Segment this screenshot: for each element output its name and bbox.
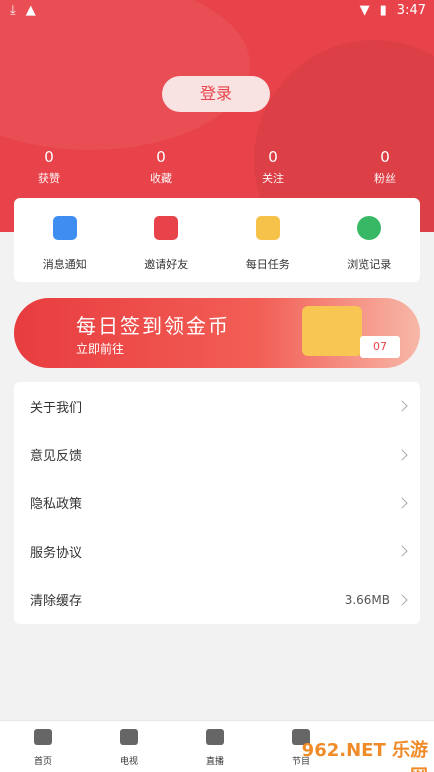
chevron-right-icon xyxy=(396,545,408,558)
wifi-icon: ▼ xyxy=(359,3,370,18)
stat-following[interactable]: 0 关注 xyxy=(238,148,308,186)
user-stats: 0 获赞 0 收藏 0 关注 0 粉丝 xyxy=(14,148,420,186)
menu-item-label: 服务协议 xyxy=(30,545,83,561)
login-button[interactable]: 登录 xyxy=(162,76,270,112)
watermark: 962.NET 乐游网 xyxy=(301,740,428,772)
home-icon xyxy=(34,729,52,745)
treasure-chest-icon xyxy=(302,306,362,356)
live-icon xyxy=(206,729,224,745)
stat-fans[interactable]: 0 粉丝 xyxy=(350,148,420,186)
chevron-right-icon xyxy=(396,400,408,412)
chevron-right-icon xyxy=(396,497,408,509)
stat-value: 0 xyxy=(44,148,54,166)
tab-home[interactable]: 首页 xyxy=(0,721,86,772)
stat-label: 关注 xyxy=(262,172,284,185)
menu-item-about[interactable]: 关于我们 xyxy=(14,382,420,430)
stat-value: 0 xyxy=(380,148,390,166)
red-envelope-icon xyxy=(154,216,179,240)
quick-action-history[interactable]: 浏览记录 xyxy=(319,198,421,282)
menu-item-terms[interactable]: 服务协议 xyxy=(14,527,420,575)
stat-value: 0 xyxy=(156,148,166,166)
menu-item-clear-cache[interactable]: 清除缓存 3.66MB xyxy=(14,576,420,624)
quick-action-label: 每日任务 xyxy=(245,258,290,271)
status-bar: ⤓ ▲ ▼ ▮ 3:47 xyxy=(0,0,434,24)
clock-icon xyxy=(357,216,382,240)
menu-item-privacy[interactable]: 隐私政策 xyxy=(14,479,420,527)
stat-label: 收藏 xyxy=(150,172,172,185)
tab-tv[interactable]: 电视 xyxy=(86,721,172,772)
calendar-icon: 07 xyxy=(360,336,400,358)
menu-item-feedback[interactable]: 意见反馈 xyxy=(14,430,420,478)
stat-label: 获赞 xyxy=(38,172,60,185)
stat-value: 0 xyxy=(268,148,278,166)
quick-action-label: 邀请好友 xyxy=(144,258,189,271)
menu-item-label: 意见反馈 xyxy=(30,449,83,465)
settings-menu: 关于我们 意见反馈 隐私政策 服务协议 清除缓存 3.66MB xyxy=(14,382,420,624)
daily-checkin-banner[interactable]: 每日签到领金币 立即前往 07 xyxy=(14,298,420,368)
task-icon xyxy=(255,216,280,240)
menu-item-label: 隐私政策 xyxy=(30,497,83,513)
quick-action-tasks[interactable]: 每日任务 xyxy=(217,198,319,282)
stat-label: 粉丝 xyxy=(374,172,396,185)
cache-size: 3.66MB xyxy=(344,592,390,607)
menu-item-label: 关于我们 xyxy=(30,400,83,416)
menu-item-label: 清除缓存 xyxy=(30,594,83,610)
tab-label: 直播 xyxy=(205,757,224,767)
battery-icon: ▮ xyxy=(379,3,387,18)
warning-icon: ▲ xyxy=(25,3,36,18)
status-time: 3:47 xyxy=(396,3,426,18)
tab-live[interactable]: 直播 xyxy=(172,721,258,772)
chevron-right-icon xyxy=(396,594,408,606)
quick-action-label: 浏览记录 xyxy=(347,258,392,271)
message-icon xyxy=(52,216,77,240)
tv-icon xyxy=(120,729,138,745)
quick-action-messages[interactable]: 消息通知 xyxy=(14,198,116,282)
banner-title: 每日签到领金币 xyxy=(76,314,230,338)
banner-subtitle: 立即前往 xyxy=(76,342,125,356)
tab-label: 电视 xyxy=(119,757,138,767)
quick-actions: 消息通知 邀请好友 每日任务 浏览记录 xyxy=(14,198,420,282)
chevron-right-icon xyxy=(396,448,408,461)
tab-label: 首页 xyxy=(33,757,52,767)
quick-action-label: 消息通知 xyxy=(42,258,87,271)
stat-likes[interactable]: 0 获赞 xyxy=(14,148,84,186)
quick-action-invite[interactable]: 邀请好友 xyxy=(116,198,218,282)
download-icon: ⤓ xyxy=(10,3,16,18)
stat-favorites[interactable]: 0 收藏 xyxy=(126,148,196,186)
